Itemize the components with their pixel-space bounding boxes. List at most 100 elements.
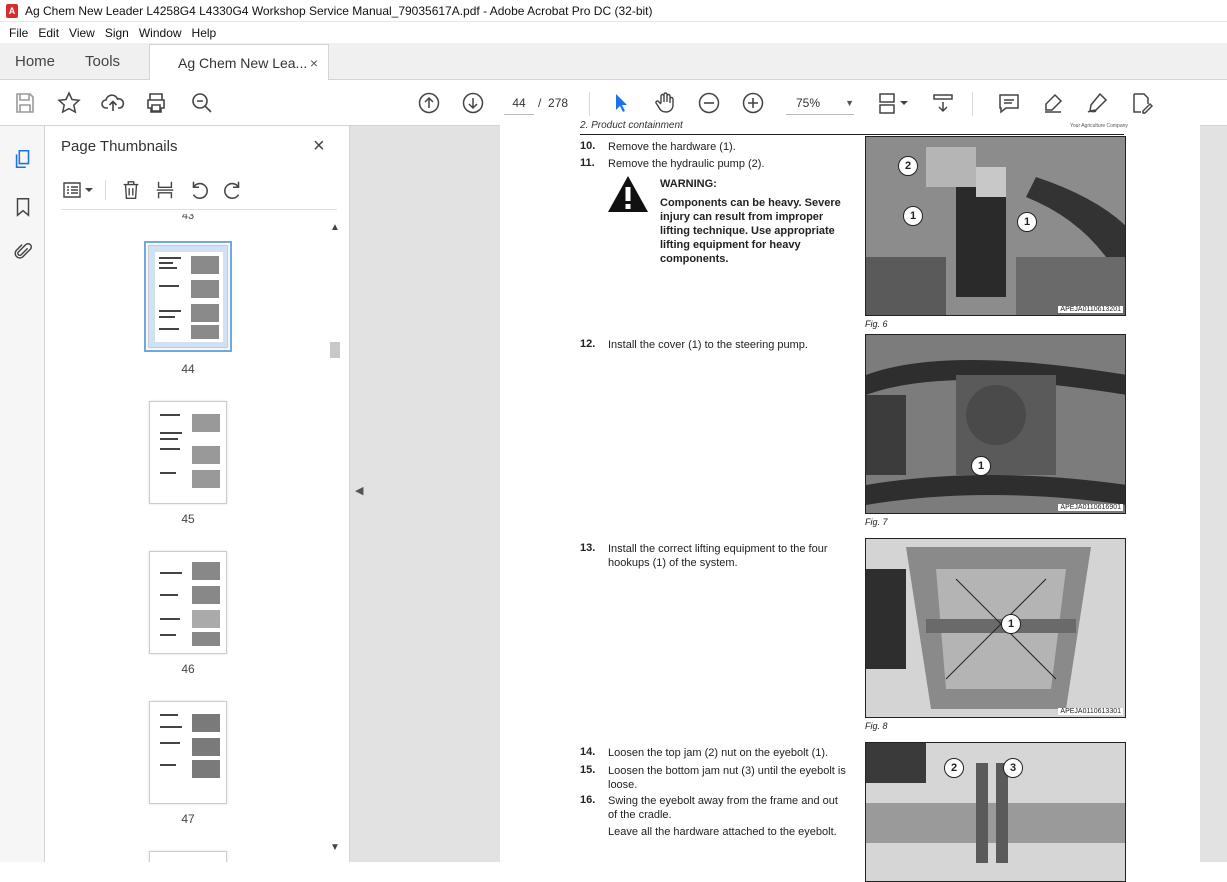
figure-image: APEJA0110613301 [865,538,1126,718]
zoom-in-icon[interactable] [740,90,766,116]
scroll-thumb[interactable] [330,342,340,358]
page-header-section: 2. Product containment [580,120,683,131]
menu-sign[interactable]: Sign [100,26,134,40]
scroll-mode-icon[interactable] [930,90,956,116]
acrobat-logo-icon: A [6,3,18,18]
attachment-icon[interactable] [10,239,36,265]
callout-marker: 1 [903,206,923,226]
scroll-up-icon[interactable]: ▲ [330,222,340,233]
zoom-level-value: 75% [796,95,821,110]
step-item: 13. Install the correct lifting equipment… [580,542,828,569]
step-item: 15. Loosen the bottom jam nut (3) until t… [580,764,846,791]
figure-code: APEJA0110616901 [1058,504,1123,511]
figure-caption: Fig. 8 [865,721,888,731]
figure-caption: Fig. 6 [865,319,888,329]
zoom-search-icon[interactable] [189,90,215,116]
bookmark-icon[interactable] [10,194,36,220]
left-rail [0,126,45,862]
page-thumbnails-icon[interactable] [10,146,36,172]
scroll-down-icon[interactable]: ▼ [330,842,340,853]
thumbnail-image [156,558,224,648]
save-icon[interactable] [12,90,38,116]
figure-code: APEJA0110613201 [1058,306,1123,313]
menu-file[interactable]: File [4,26,33,40]
page-up-icon[interactable] [416,90,442,116]
zoom-level-select[interactable]: 75% ▼ [786,91,854,115]
figure-image: APEJA0110616901 [865,334,1126,514]
close-tab-icon[interactable]: × [310,55,318,71]
thumbnails-list: 43 44 45 46 47 [45,214,328,862]
document-viewport: ◀ 2. Product containment Your Agricultur… [350,118,1227,882]
thumbnails-panel: Page Thumbnails × 43 44 45 46 47 ▲ ▼ [45,126,350,862]
thumbnail-label: 45 [181,512,195,526]
menu-edit[interactable]: Edit [33,26,64,40]
star-icon[interactable] [56,90,82,116]
sign-icon[interactable] [1084,90,1110,116]
tab-home[interactable]: Home [0,43,70,79]
collapse-panel-icon[interactable]: ◀ [355,484,363,497]
rotate-right-icon[interactable] [221,178,245,202]
thumbnail-label: 43 [181,214,195,220]
page-header-brand: Your Agriculture Company [1070,123,1128,129]
comment-icon[interactable] [996,90,1022,116]
title-bar: A Ag Chem New Leader L4258G4 L4330G4 Wor… [0,0,1227,22]
print-icon[interactable] [143,90,169,116]
toolbar-divider [105,180,106,200]
menu-bar: File Edit View Sign Window Help [0,22,1227,43]
thumbnail-label: 46 [181,662,195,676]
rotate-left-icon[interactable] [187,178,211,202]
thumbnail-label: 44 [181,362,195,376]
tab-bar: Home Tools Ag Chem New Lea... × [0,43,1227,80]
menu-view[interactable]: View [64,26,100,40]
thumbnail-page[interactable] [149,401,227,504]
highlight-icon[interactable] [1040,90,1066,116]
thumbnail-page[interactable] [144,241,232,352]
header-rule [580,134,1124,135]
page-down-icon[interactable] [460,90,486,116]
select-arrow-icon[interactable] [608,90,634,116]
thumbnail-page[interactable] [149,851,227,862]
hand-icon[interactable] [652,90,678,116]
options-menu-icon[interactable] [61,178,97,202]
callout-marker: 3 [1003,758,1023,778]
tab-tools[interactable]: Tools [70,43,135,79]
tab-document-label: Ag Chem New Lea... [178,54,308,71]
page-number-input[interactable] [504,91,534,115]
step-item: 11. Remove the hydraulic pump (2). [580,157,765,170]
callout-marker: 2 [944,758,964,778]
steering-pump-photo [866,335,1125,513]
zoom-out-icon[interactable] [696,90,722,116]
thumbnail-image [156,408,224,498]
eyebolt-photo [866,743,1125,881]
page-count: / 278 [538,96,569,110]
figure-image [865,742,1126,882]
close-panel-icon[interactable]: × [313,135,325,158]
thumbnail-page[interactable] [149,701,227,804]
pdf-page: 2. Product containment Your Agriculture … [500,118,1200,882]
warning-body: Components can be heavy. Severe injury c… [660,197,841,265]
thumbnail-image [155,252,223,342]
step-item: 16. Swing the eyebolt away from the frame… [580,794,838,821]
delete-icon[interactable] [119,178,143,202]
step-item: 10. Remove the hardware (1). [580,140,736,153]
thumbnails-scrollbar[interactable]: ▲ ▼ [328,222,342,854]
extract-pages-icon[interactable] [153,178,177,202]
thumbnails-toolbar [61,174,337,210]
callout-marker: 1 [1017,212,1037,232]
upload-icon[interactable] [100,90,126,116]
toolbar-divider [972,92,973,116]
menu-window[interactable]: Window [134,26,187,40]
thumbnail-page[interactable] [149,551,227,654]
step-item: 12. Install the cover (1) to the steering… [580,338,808,351]
fit-page-icon[interactable] [875,90,911,116]
callout-marker: 1 [971,456,991,476]
figure-code: APEJA0110613301 [1058,708,1123,715]
menu-help[interactable]: Help [187,26,222,40]
hopper-photo [866,539,1125,717]
thumbnail-image [156,708,224,798]
warning-title: WARNING: [660,178,717,190]
tab-document[interactable]: Ag Chem New Lea... × [149,44,330,80]
warning-icon [608,176,648,212]
edit-pdf-icon[interactable] [1128,90,1154,116]
chevron-down-icon: ▼ [845,97,854,108]
